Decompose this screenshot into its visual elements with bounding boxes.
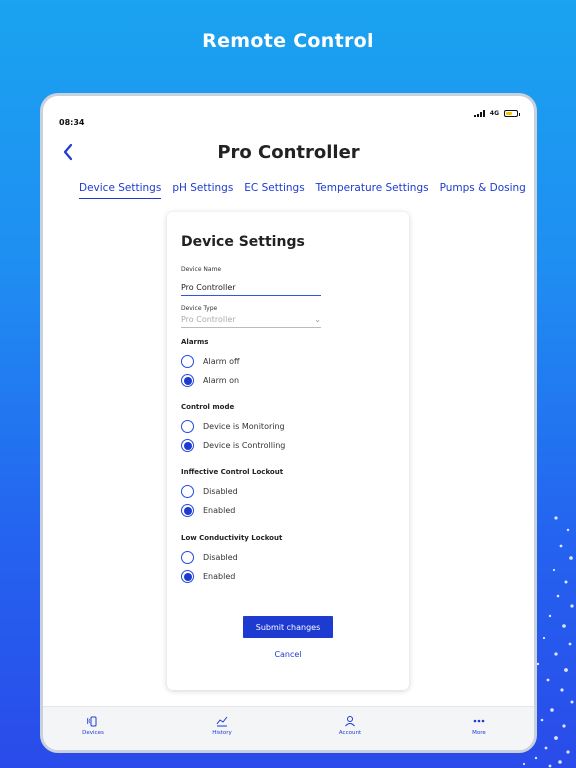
nav-account[interactable]: Account (330, 715, 370, 736)
radio-label: Device is Monitoring (203, 422, 285, 431)
network-type: 4G (489, 110, 499, 117)
radio-ineffective-enabled[interactable]: Enabled (181, 501, 395, 520)
status-bar: 08:34 4G (59, 110, 520, 127)
radio-alarm-off[interactable]: Alarm off (181, 352, 395, 371)
device-type-label: Device Type (181, 305, 218, 312)
device-settings-card: Device Settings Device Name Device Type … (167, 212, 409, 690)
radio-controlling[interactable]: Device is Controlling (181, 436, 395, 455)
device-name-input[interactable] (181, 282, 321, 296)
nav-label: Account (338, 730, 362, 736)
alarms-group: Alarms Alarm off Alarm on (181, 338, 395, 390)
radio-label: Enabled (203, 506, 236, 515)
nav-label: History (212, 730, 232, 736)
low-conductivity-lockout-group: Low Conductivity Lockout Disabled Enable… (181, 534, 395, 586)
device-type-placeholder: Pro Controller (181, 315, 236, 324)
radio-low-conductivity-enabled[interactable]: Enabled (181, 567, 395, 586)
device-type-field: Device Type Pro Controller ⌄ (181, 305, 321, 328)
devices-icon (87, 716, 97, 727)
marketing-headline: Remote Control (202, 30, 374, 52)
alarms-title: Alarms (181, 338, 209, 346)
radio-monitoring[interactable]: Device is Monitoring (181, 417, 395, 436)
nav-more[interactable]: More (459, 715, 499, 736)
radio-label: Alarm off (203, 357, 240, 366)
nav-devices[interactable]: Devices (73, 715, 113, 736)
chevron-down-icon: ⌄ (314, 315, 321, 324)
nav-label: More (472, 730, 486, 736)
more-icon (473, 719, 485, 723)
submit-changes-button[interactable]: Submit changes (243, 616, 333, 638)
tab-temperature-settings[interactable]: Temperature Settings (316, 182, 429, 199)
tab-device-settings[interactable]: Device Settings (79, 182, 162, 199)
radio-checked-icon[interactable] (181, 374, 194, 387)
radio-checked-icon[interactable] (181, 504, 194, 517)
control-mode-title: Control mode (181, 403, 235, 411)
tablet-frame: 08:34 4G Pro Controller Device Settings … (40, 93, 537, 753)
device-name-field: Device Name (181, 266, 321, 296)
radio-ineffective-disabled[interactable]: Disabled (181, 482, 395, 501)
nav-label: Devices (82, 730, 104, 736)
radio-checked-icon[interactable] (181, 570, 194, 583)
signal-icon (473, 110, 485, 117)
radio-alarm-on[interactable]: Alarm on (181, 371, 395, 390)
radio-label: Enabled (203, 572, 236, 581)
status-time: 08:34 (59, 118, 85, 127)
radio-unchecked-icon[interactable] (181, 551, 194, 564)
bottom-navigation: Devices History Account More (43, 706, 534, 750)
low-conductivity-lockout-title: Low Conductivity Lockout (181, 534, 283, 542)
nav-history[interactable]: History (202, 715, 242, 736)
account-icon (345, 716, 355, 727)
cancel-link[interactable]: Cancel (243, 650, 333, 659)
control-mode-group: Control mode Device is Monitoring Device… (181, 403, 395, 455)
tab-ec-settings[interactable]: EC Settings (244, 182, 304, 199)
radio-label: Alarm on (203, 376, 240, 385)
radio-checked-icon[interactable] (181, 439, 194, 452)
radio-label: Disabled (203, 487, 238, 496)
radio-unchecked-icon[interactable] (181, 485, 194, 498)
ineffective-control-lockout-group: Inffective Control Lockout Disabled Enab… (181, 468, 395, 520)
radio-unchecked-icon[interactable] (181, 355, 194, 368)
radio-low-conductivity-disabled[interactable]: Disabled (181, 548, 395, 567)
device-name-label: Device Name (181, 266, 222, 273)
radio-label: Disabled (203, 553, 238, 562)
tab-ph-settings[interactable]: pH Settings (172, 182, 233, 199)
ineffective-control-lockout-title: Inffective Control Lockout (181, 468, 284, 476)
tab-pumps-dosing[interactable]: Pumps & Dosing (440, 182, 526, 199)
device-type-select[interactable]: Pro Controller ⌄ (181, 314, 321, 328)
settings-tabs: Device Settings pH Settings EC Settings … (79, 182, 526, 199)
chart-icon (216, 716, 228, 727)
radio-unchecked-icon[interactable] (181, 420, 194, 433)
page-title: Pro Controller (217, 142, 360, 163)
radio-label: Device is Controlling (203, 441, 286, 450)
battery-icon (504, 110, 520, 117)
card-title: Device Settings (181, 234, 305, 250)
